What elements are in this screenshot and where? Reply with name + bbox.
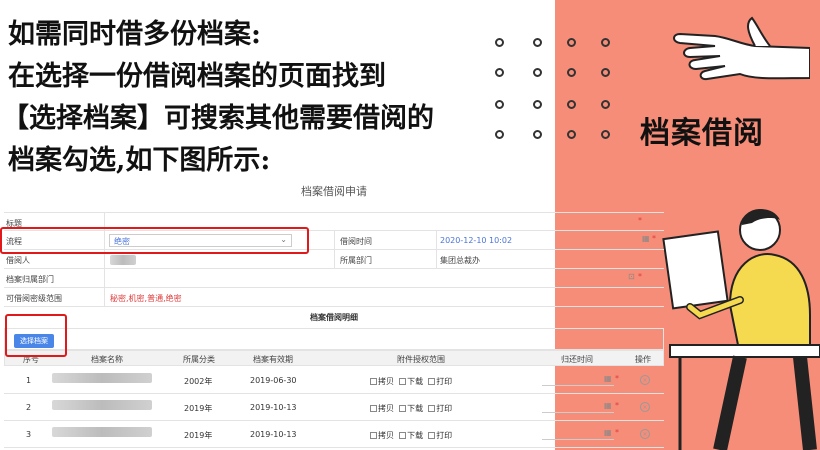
instruction-line-2: 在选择一份借阅档案的页面找到: [8, 61, 386, 92]
borrow-time-label: 借阅时间: [340, 237, 372, 246]
calendar-icon[interactable]: ▦: [604, 428, 612, 437]
col-category: 所属分类: [183, 355, 215, 364]
calendar-icon[interactable]: ▦: [604, 401, 612, 410]
person-illustration: [662, 209, 820, 450]
borrower-value-blurred: [110, 255, 136, 265]
table-row: 2 2019年 2019-10-13 拷贝 下载 打印 ▦ * ×: [4, 394, 664, 421]
row-no: 3: [26, 430, 32, 439]
col-action: 操作: [635, 355, 651, 364]
table-row: 1 2002年 2019-06-30 拷贝 下载 打印 ▦ * ×: [4, 367, 664, 394]
row-name-blurred: [52, 373, 152, 383]
col-expiry: 档案有效期: [253, 355, 293, 364]
row-no: 1: [26, 376, 32, 385]
range-label: 可借阅密级范围: [6, 294, 62, 303]
borrow-time-value[interactable]: 2020-12-10 10:02: [440, 236, 512, 245]
col-name: 档案名称: [91, 355, 123, 364]
instruction-text: 如需同时借多份档案: 在选择一份借阅档案的页面找到 【选择档案】可搜索其他需要借…: [2, 14, 528, 182]
delete-circle-icon[interactable]: ×: [640, 375, 650, 385]
delete-circle-icon[interactable]: ×: [640, 429, 650, 439]
row-expiry: 2019-06-30: [250, 376, 297, 385]
highlight-process: [0, 227, 309, 254]
range-value: 秘密,机密,普通,绝密: [110, 294, 182, 303]
calendar-icon[interactable]: ▦: [604, 374, 612, 383]
form-title: 档案借阅申请: [301, 185, 367, 198]
picker-icon[interactable]: ⊡: [628, 272, 635, 281]
row-category: 2002年: [184, 377, 213, 386]
col-return: 归还时间: [561, 355, 593, 364]
detail-section-title: 档案借阅明细: [310, 313, 358, 322]
form-row-range: 可借阅密级范围 秘密,机密,普通,绝密: [4, 288, 664, 307]
table-row: 3 2019年 2019-10-13 拷贝 下载 打印 ▦ * ×: [4, 421, 664, 448]
archive-dept-label: 档案归属部门: [6, 275, 54, 284]
col-perms: 附件授权范围: [397, 355, 445, 364]
borrower-label: 借阅人: [6, 256, 30, 265]
dept-value: 集团总裁办: [440, 256, 480, 265]
row-perms[interactable]: 拷贝 下载 打印: [370, 403, 452, 414]
row-expiry: 2019-10-13: [250, 430, 297, 439]
row-no: 2: [26, 403, 32, 412]
row-category: 2019年: [184, 431, 213, 440]
highlight-select-button: [5, 314, 67, 357]
row-category: 2019年: [184, 404, 213, 413]
instruction-line-4: 档案勾选,如下图所示:: [8, 145, 271, 176]
row-perms[interactable]: 拷贝 下载 打印: [370, 430, 452, 441]
panel-title: 档案借阅: [640, 116, 764, 151]
row-name-blurred: [52, 427, 152, 437]
row-expiry: 2019-10-13: [250, 403, 297, 412]
hand-illustration: [673, 16, 810, 81]
row-name-blurred: [52, 400, 152, 410]
detail-toolbar: [4, 328, 664, 350]
form-row-archive-dept: 档案归属部门 ⊡ *: [4, 269, 664, 288]
row-perms[interactable]: 拷贝 下载 打印: [370, 376, 452, 387]
instruction-line-1: 如需同时借多份档案:: [8, 19, 261, 50]
dept-label: 所属部门: [340, 256, 372, 265]
instruction-line-3: 【选择档案】可搜索其他需要借阅的: [2, 103, 434, 134]
detail-table-header: 序号 档案名称 所属分类 档案有效期 附件授权范围 归还时间 操作: [4, 350, 664, 366]
delete-circle-icon[interactable]: ×: [640, 402, 650, 412]
calendar-icon[interactable]: ▦: [642, 234, 650, 243]
